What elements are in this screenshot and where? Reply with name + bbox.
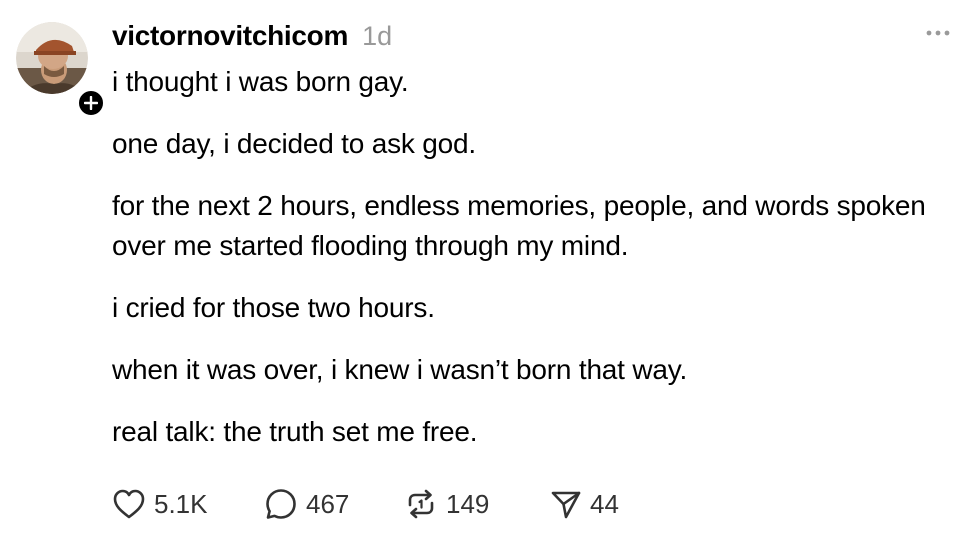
comment-button[interactable]: 467 (264, 487, 404, 521)
post-paragraph: one day, i decided to ask god. (112, 128, 476, 159)
repost-icon (408, 489, 434, 519)
comment-count: 467 (306, 488, 350, 519)
avatar-container[interactable] (16, 22, 106, 118)
post-paragraph: real talk: the truth set me free. (112, 416, 478, 447)
share-count: 44 (590, 488, 619, 519)
share-button[interactable]: 44 (550, 488, 640, 520)
repost-button[interactable]: 149 (404, 488, 550, 520)
plus-icon (84, 96, 98, 110)
post-paragraph: i thought i was born gay. (112, 66, 409, 97)
like-button[interactable]: 5.1K (112, 488, 264, 520)
post-header: victornovitchicom 1d (112, 18, 392, 54)
repost-count: 149 (446, 488, 490, 519)
timestamp[interactable]: 1d (362, 18, 392, 54)
send-icon (551, 491, 581, 519)
post-paragraph: for the next 2 hours, endless memories, … (112, 190, 926, 261)
post-body: i thought i was born gay. one day, i dec… (112, 62, 952, 474)
comment-bubble-icon (266, 489, 296, 519)
more-dots-icon[interactable] (924, 26, 952, 40)
avatar[interactable] (16, 22, 88, 94)
username-link[interactable]: victornovitchicom (112, 18, 348, 54)
like-count: 5.1K (154, 488, 208, 519)
heart-icon (113, 489, 145, 519)
action-bar: 5.1K 467 149 44 (112, 484, 640, 524)
post-paragraph: when it was over, i knew i wasn’t born t… (112, 354, 688, 385)
follow-button[interactable] (76, 88, 106, 118)
post-paragraph: i cried for those two hours. (112, 292, 435, 323)
